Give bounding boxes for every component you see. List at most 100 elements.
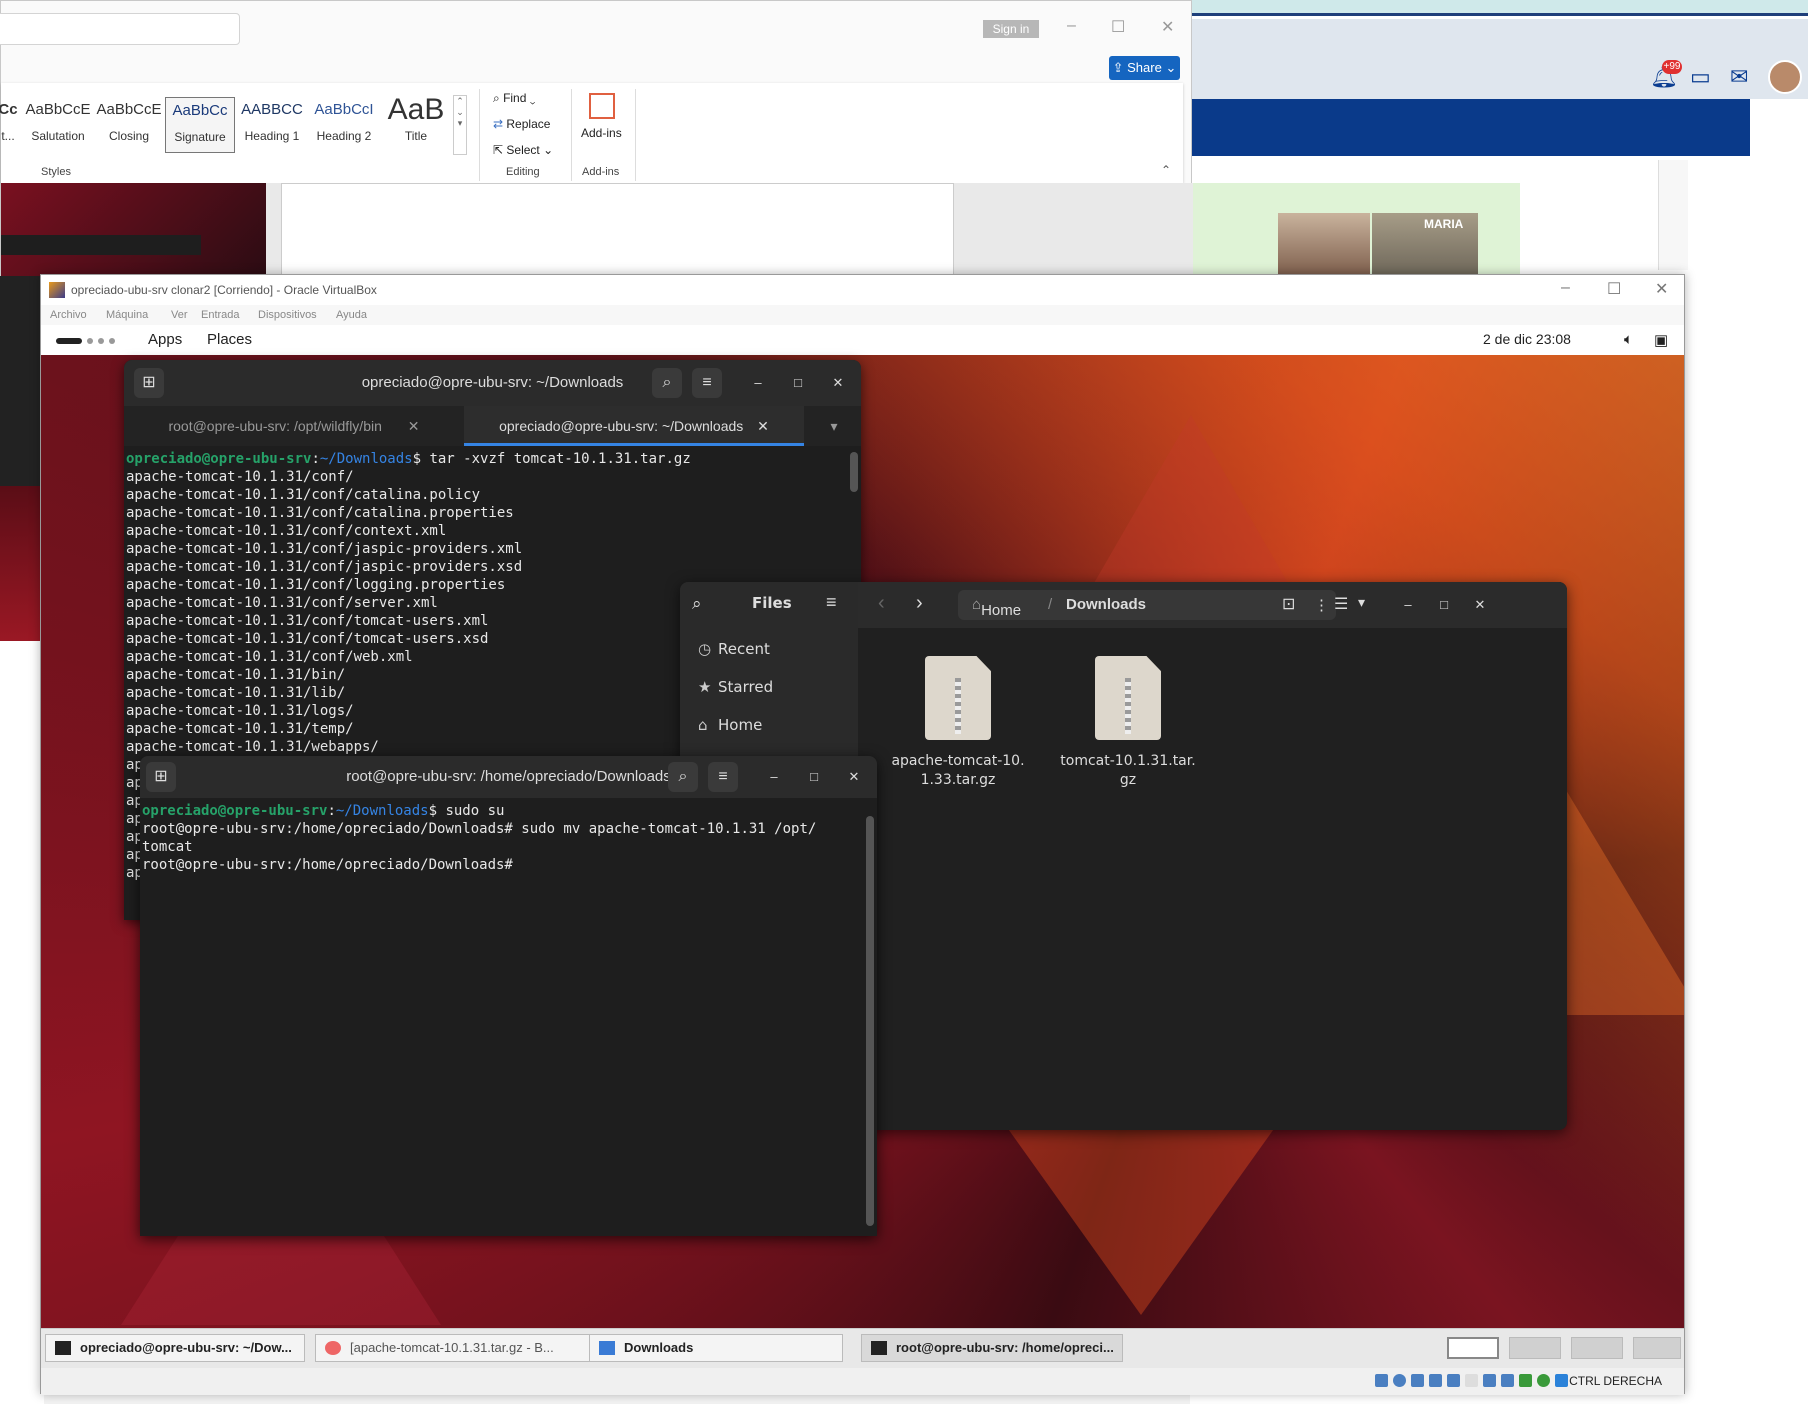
taskbar-item-root-terminal[interactable]: root@opre-ubu-srv: /home/opreci... [861,1334,1123,1362]
mail-icon[interactable]: ✉ [1730,64,1748,90]
sidebar-item-home[interactable]: ⌂ Home [698,716,762,734]
close-icon[interactable]: ✕ [1470,595,1490,615]
sidebar-item-starred[interactable]: ★ Starred [698,678,773,696]
menu-dispositivos[interactable]: Dispositivos [258,309,317,321]
menu-icon[interactable]: ≡ [708,762,738,792]
close-tab-icon[interactable]: ✕ [408,418,420,434]
display-icon[interactable] [1483,1374,1496,1387]
menu-entrada[interactable]: Entrada [201,309,240,321]
menu-ver[interactable]: Ver [171,309,188,321]
close-icon[interactable]: ✕ [1655,279,1668,299]
menu-archivo[interactable]: Archivo [50,309,87,321]
network-icon[interactable] [1429,1374,1442,1387]
path-current[interactable]: Downloads [1066,596,1146,613]
back-icon[interactable]: ‹ [878,592,885,615]
tab-wildfly[interactable]: root@opre-ubu-srv: /opt/wildfly/bin ✕ [124,406,464,446]
file-tomcat-10-1-31[interactable]: tomcat-10.1.31.tar.gz [1060,656,1196,790]
battery-icon[interactable]: ▣ [1654,331,1668,349]
path-bar[interactable]: ⌂ Home / Downloads ⋮ [958,590,1336,620]
maximize-icon[interactable]: ☐ [1607,279,1621,299]
tab-list-dropdown[interactable]: ▾ [814,406,854,446]
search-icon[interactable]: ⌕ [692,594,702,614]
maximize-icon[interactable]: □ [1434,595,1454,615]
background-scrollbar[interactable] [1658,160,1688,270]
chat-icon[interactable]: ▭ [1690,64,1711,90]
style-signature[interactable]: AaBbCc Signature [165,97,235,153]
maximize-icon[interactable]: □ [788,373,808,393]
terminal-2-scrollbar[interactable] [866,816,874,1226]
workspace-indicator[interactable] [56,338,120,356]
search-icon[interactable]: ⌕ [652,368,682,398]
share-button[interactable]: ⇪ Share ⌄ [1109,56,1180,80]
view-list-icon[interactable]: ☰ [1334,594,1348,614]
menu-icon[interactable]: ≡ [826,592,837,613]
style-closing[interactable]: AaBbCcE Closing [94,97,164,153]
recording-icon[interactable] [1501,1374,1514,1387]
close-icon[interactable]: ✕ [844,767,864,787]
hdd-icon[interactable] [1375,1374,1388,1387]
workspace-1[interactable] [1447,1337,1499,1359]
places-menu[interactable]: Places [207,331,252,348]
terminal-1-scrollbar[interactable] [850,452,858,492]
sidebar-item-recent[interactable]: ◷ Recent [698,640,770,658]
addins-icon[interactable] [589,93,615,119]
tab-downloads[interactable]: opreciado@opre-ubu-srv: ~/Downloads ✕ [464,406,804,446]
apps-menu[interactable]: Apps [148,331,182,348]
menu-maquina[interactable]: Máquina [106,309,148,321]
maximize-icon[interactable]: □ [804,767,824,787]
styles-scroll[interactable]: ⌃ ⌄ ▾ [453,95,467,155]
terminal-2-content[interactable]: opreciado@opre-ubu-srv:~/Downloads$ sudo… [142,802,816,874]
menu-icon[interactable]: ≡ [692,368,722,398]
view-options-icon[interactable]: ▾ [1358,594,1365,611]
taskbar-item-terminal[interactable]: opreciado@opre-ubu-srv: ~/Dow... [45,1334,305,1362]
word-search-box[interactable] [0,13,240,45]
more-options-icon[interactable]: ⋮ [1314,596,1329,614]
minimize-icon[interactable]: – [764,767,784,787]
minimize-icon[interactable]: – [748,373,768,393]
find-button[interactable]: ⌕ Find ⌄ [493,91,535,106]
optical-icon[interactable] [1393,1374,1406,1387]
minimize-icon[interactable]: – [1067,17,1076,35]
background-photo-2: MARIA [1372,213,1478,279]
audio-icon[interactable] [1411,1374,1424,1387]
workspace-2[interactable] [1509,1337,1561,1359]
close-tab-icon[interactable]: ✕ [757,418,769,434]
volume-icon[interactable]: 🔈︎ [1624,331,1633,348]
close-icon[interactable]: ✕ [1161,17,1174,37]
search-icon[interactable]: ⌕ [668,762,698,792]
workspace-4[interactable] [1633,1337,1681,1359]
archive-icon [1095,656,1161,740]
style-item[interactable]: Cc t... [0,97,23,153]
taskbar-item-files[interactable]: Downloads [589,1334,843,1362]
clock[interactable]: 2 de dic 23:08 [1483,331,1571,347]
keyboard-capture-icon[interactable] [1555,1374,1568,1387]
style-heading-2[interactable]: AaBbCcI Heading 2 [309,97,379,153]
avatar[interactable] [1768,60,1802,94]
workspace-3[interactable] [1571,1337,1623,1359]
replace-icon: ⇄ [493,117,507,131]
menu-ayuda[interactable]: Ayuda [336,309,367,321]
style-heading-1[interactable]: AABBCC Heading 1 [237,97,307,153]
replace-button[interactable]: ⇄ Replace [493,117,550,131]
usb-icon[interactable] [1447,1374,1460,1387]
word-page[interactable] [281,183,954,278]
addins-button-label[interactable]: Add-ins [581,126,622,140]
collapse-ribbon-icon[interactable]: ⌃ [1161,163,1171,177]
vt-icon[interactable] [1519,1374,1532,1387]
style-title[interactable]: AaB Title [381,97,451,153]
new-folder-icon[interactable]: ⊡ [1282,594,1295,614]
signin-button[interactable]: Sign in [983,20,1039,38]
file-apache-tomcat-10-1-33[interactable]: apache-tomcat-10.1.33.tar.gz [890,656,1026,790]
close-icon[interactable]: ✕ [828,373,848,393]
taskbar-item-browser[interactable]: [apache-tomcat-10.1.31.tar.gz - B... [315,1334,621,1362]
style-salutation[interactable]: AaBbCcE Salutation [23,97,93,153]
select-button[interactable]: ⇱ Select ⌄ [493,143,553,157]
forward-icon[interactable]: › [916,592,923,615]
minimize-icon[interactable]: – [1561,279,1570,297]
maximize-icon[interactable]: ☐ [1111,17,1125,37]
path-home[interactable]: ⌂ Home [972,596,1021,619]
minimize-icon[interactable]: – [1398,595,1418,615]
guest-additions-icon[interactable] [1537,1374,1550,1387]
background-navy-bar [1190,99,1750,156]
shared-folder-icon[interactable] [1465,1374,1478,1387]
